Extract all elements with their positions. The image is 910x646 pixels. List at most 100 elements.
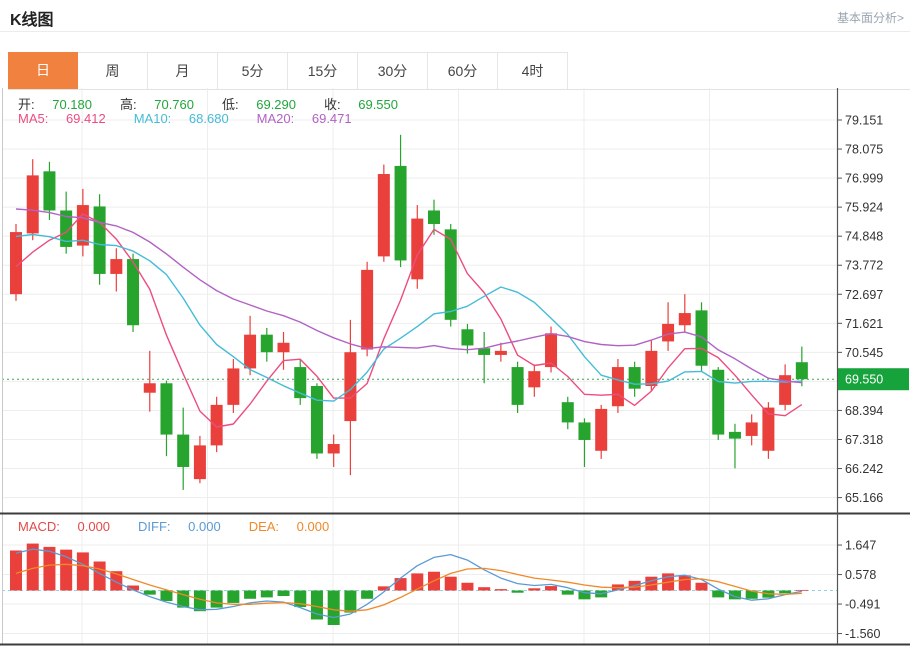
candle-down: [428, 210, 440, 224]
macd-bar-positive: [445, 577, 457, 591]
candle-down: [796, 362, 808, 379]
candle-up: [227, 368, 239, 404]
macd-bar-positive: [528, 588, 540, 590]
candle-down: [160, 383, 172, 434]
legend-ma-item: MA10: 68.680: [134, 111, 243, 126]
macd-bar-positive: [796, 590, 808, 591]
candle-down: [311, 386, 323, 454]
candle-up: [361, 270, 373, 350]
tab-period-7[interactable]: 4时: [498, 52, 568, 89]
macd-bar-negative: [512, 591, 524, 593]
macd-bar-positive: [679, 575, 691, 590]
price-axis-label: 70.545: [845, 346, 883, 360]
macd-bar-positive: [395, 578, 407, 590]
macd-bar-negative: [244, 591, 256, 599]
legend-macd-item: DIFF: 0.000: [138, 519, 235, 534]
macd-bar-positive: [495, 589, 507, 590]
candle-up: [77, 205, 89, 246]
macd-bar-negative: [779, 591, 791, 594]
legend-ma-item: MA5: 69.412: [18, 111, 120, 126]
candle-down: [629, 367, 641, 389]
legend-ma-item: MA20: 69.471: [257, 111, 366, 126]
tab-period-6[interactable]: 60分: [428, 52, 498, 89]
macd-axis-label: 0.578: [845, 568, 876, 582]
tab-period-3[interactable]: 5分: [218, 52, 288, 89]
macd-bar-positive: [478, 587, 490, 590]
candle-down: [578, 422, 590, 440]
candle-down: [512, 367, 524, 405]
price-axis-label: 75.924: [845, 201, 883, 215]
candle-up: [645, 351, 657, 386]
candle-up: [612, 367, 624, 406]
legend-ohlc-item: 高: 70.760: [120, 97, 208, 112]
tab-period-4[interactable]: 15分: [288, 52, 358, 89]
legend-macd-item: DEA: 0.000: [249, 519, 344, 534]
price-axis-label: 65.166: [845, 491, 883, 505]
macd-bar-negative: [227, 591, 239, 603]
macd-bar-negative: [160, 591, 172, 601]
macd-bar-positive: [696, 583, 708, 591]
macd-bar-negative: [144, 591, 156, 595]
macd-bar-negative: [278, 591, 290, 597]
candle-up: [27, 175, 39, 233]
macd-bar-positive: [10, 550, 22, 590]
candle-down: [261, 335, 273, 353]
price-axis-label: 79.151: [845, 114, 883, 128]
candle-up: [328, 444, 340, 453]
candle-up: [144, 383, 156, 392]
macd-bar-positive: [43, 547, 55, 591]
candle-up: [595, 409, 607, 451]
page-title: K线图: [10, 6, 54, 30]
macd-bar-negative: [211, 591, 223, 608]
price-axis-label: 73.772: [845, 259, 883, 273]
tab-period-5[interactable]: 30分: [358, 52, 428, 89]
macd-bar-positive: [645, 577, 657, 591]
tab-period-2[interactable]: 月: [148, 52, 218, 89]
price-axis-label: 68.394: [845, 404, 883, 418]
legend-ohlc-item: 收: 69.550: [324, 97, 412, 112]
candle-down: [461, 329, 473, 345]
macd-bar-positive: [545, 586, 557, 590]
fundamental-analysis-link[interactable]: 基本面分析>: [837, 9, 904, 26]
candle-down: [395, 166, 407, 261]
candle-up: [211, 405, 223, 446]
kline-chart-canvas[interactable]: 79.151 78.075 76.999 75.924 74.848 73.772 72.6…: [0, 88, 910, 646]
macd-bar-positive: [461, 583, 473, 591]
kline-page: K线图 基本面分析> 日周月5分15分30分60分4时 开: 70.180高: …: [0, 0, 910, 646]
macd-legend: MACD: 0.000DIFF: 0.000DEA: 0.000: [18, 519, 357, 534]
macd-bar-positive: [77, 552, 89, 590]
tab-period-1[interactable]: 周: [78, 52, 148, 89]
candle-down: [177, 435, 189, 467]
candle-up: [679, 313, 691, 325]
period-tabbar: 日周月5分15分30分60分4时: [8, 52, 910, 90]
macd-bar-negative: [261, 591, 273, 598]
candle-down: [729, 432, 741, 439]
macd-bar-negative: [361, 591, 373, 599]
price-axis-label: 66.242: [845, 462, 883, 476]
price-axis-label: 76.999: [845, 172, 883, 186]
macd-bar-positive: [411, 573, 423, 590]
candle-up: [110, 259, 122, 274]
tab-period-0[interactable]: 日: [8, 52, 78, 89]
candle-up: [746, 422, 758, 436]
price-axis-label: 78.075: [845, 143, 883, 157]
macd-bar-negative: [328, 591, 340, 626]
candle-down: [562, 402, 574, 422]
price-axis-label: 71.621: [845, 317, 883, 331]
candle-up: [528, 371, 540, 387]
macd-bar-negative: [562, 591, 574, 595]
ma-legend: MA5: 69.412 MA10: 68.680 MA20: 69.471: [18, 111, 380, 126]
candle-up: [378, 174, 390, 256]
candle-down: [43, 171, 55, 210]
candle-up: [194, 445, 206, 479]
price-axis-label: 74.848: [845, 230, 883, 244]
candle-down: [445, 229, 457, 319]
candle-up: [244, 335, 256, 369]
candle-up: [662, 324, 674, 342]
legend-ohlc-item: 低: 69.290: [222, 97, 310, 112]
candle-down: [94, 206, 106, 274]
price-axis-label: 72.697: [845, 288, 883, 302]
candle-up: [545, 333, 557, 367]
candle-up: [278, 343, 290, 352]
current-price-badge-label: 69.550: [845, 373, 883, 387]
